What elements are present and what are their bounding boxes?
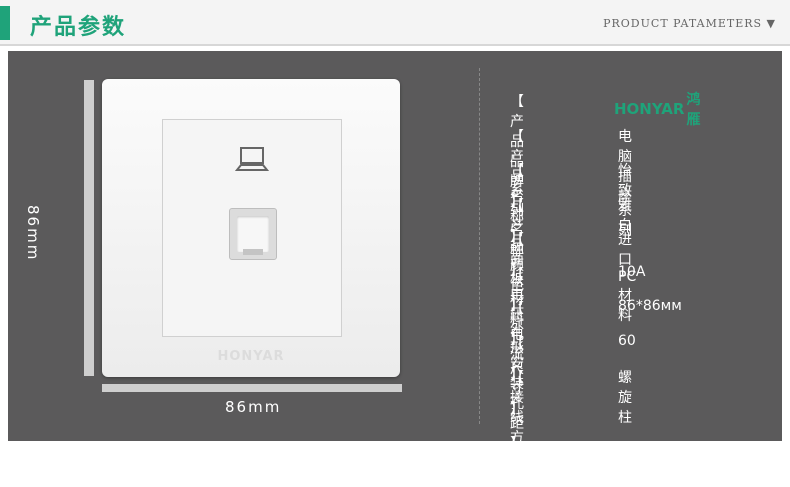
- port-tab: [243, 249, 263, 255]
- width-dimension-bar: [102, 384, 402, 392]
- header-accent-bar: [0, 6, 10, 40]
- port-slot: [237, 216, 269, 252]
- plate-brand-text: HONYAR: [217, 349, 285, 364]
- width-dimension-label: 86mm: [225, 398, 282, 416]
- height-dimension-label: 86mm: [24, 205, 42, 262]
- header-divider: [0, 44, 790, 46]
- section-title: 产品参数: [30, 15, 127, 40]
- spec-value: 86*86ᴍᴍ: [618, 298, 682, 314]
- network-port: [229, 208, 277, 260]
- height-dimension-bar: [84, 80, 94, 376]
- spec-value: 10A: [618, 263, 646, 280]
- brand-logo-latin: HONYAR: [614, 100, 685, 118]
- brand-logo-cjk: 鸿雁: [686, 92, 701, 128]
- socket-plate: HONYAR: [102, 79, 400, 377]
- socket-inner-frame: [162, 119, 342, 337]
- section-header: 产品参数 PRODUCT PATAMETERS ▼: [0, 0, 790, 46]
- section-subtitle: PRODUCT PATAMETERS ▼: [603, 17, 776, 30]
- spec-value: 螺旋柱: [618, 370, 632, 426]
- spec-value: 60: [618, 332, 636, 349]
- panel-divider: [479, 68, 480, 424]
- spec-label: 【 接线方式 】: [510, 370, 524, 486]
- brand-logo: HONYAR 鸿雁: [614, 89, 700, 129]
- computer-icon: [235, 147, 269, 171]
